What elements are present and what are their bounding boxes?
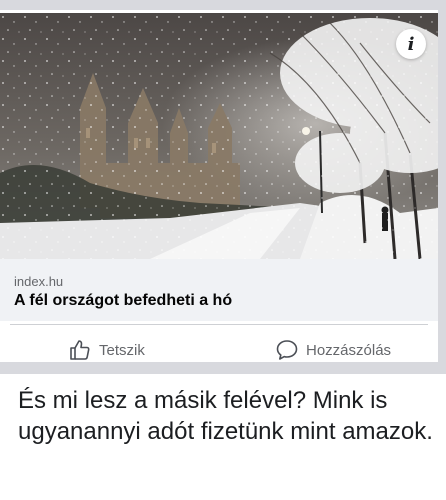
comment-label: Hozzászólás: [306, 341, 392, 359]
snowy-cathedral-image: [0, 13, 438, 259]
link-preview[interactable]: index.hu A fél országot befedheti a hó: [0, 259, 438, 321]
info-icon[interactable]: i: [396, 29, 426, 59]
comment-body: És mi lesz a másik felével? Mink is ugya…: [18, 387, 433, 445]
link-domain: index.hu: [14, 274, 64, 289]
action-divider: [10, 324, 428, 325]
article-thumbnail[interactable]: i: [0, 13, 438, 259]
shared-post-card: i index.hu A fél országot befedheti a hó…: [0, 10, 446, 362]
bottom-margin: [0, 490, 446, 500]
thumbs-up-icon: [70, 340, 90, 360]
like-label: Tetszik: [99, 341, 145, 359]
section-separator: [0, 362, 446, 374]
speech-bubble-icon: [276, 340, 298, 360]
top-border: [0, 0, 446, 10]
article-title[interactable]: A fél országot befedheti a hó: [14, 292, 232, 310]
